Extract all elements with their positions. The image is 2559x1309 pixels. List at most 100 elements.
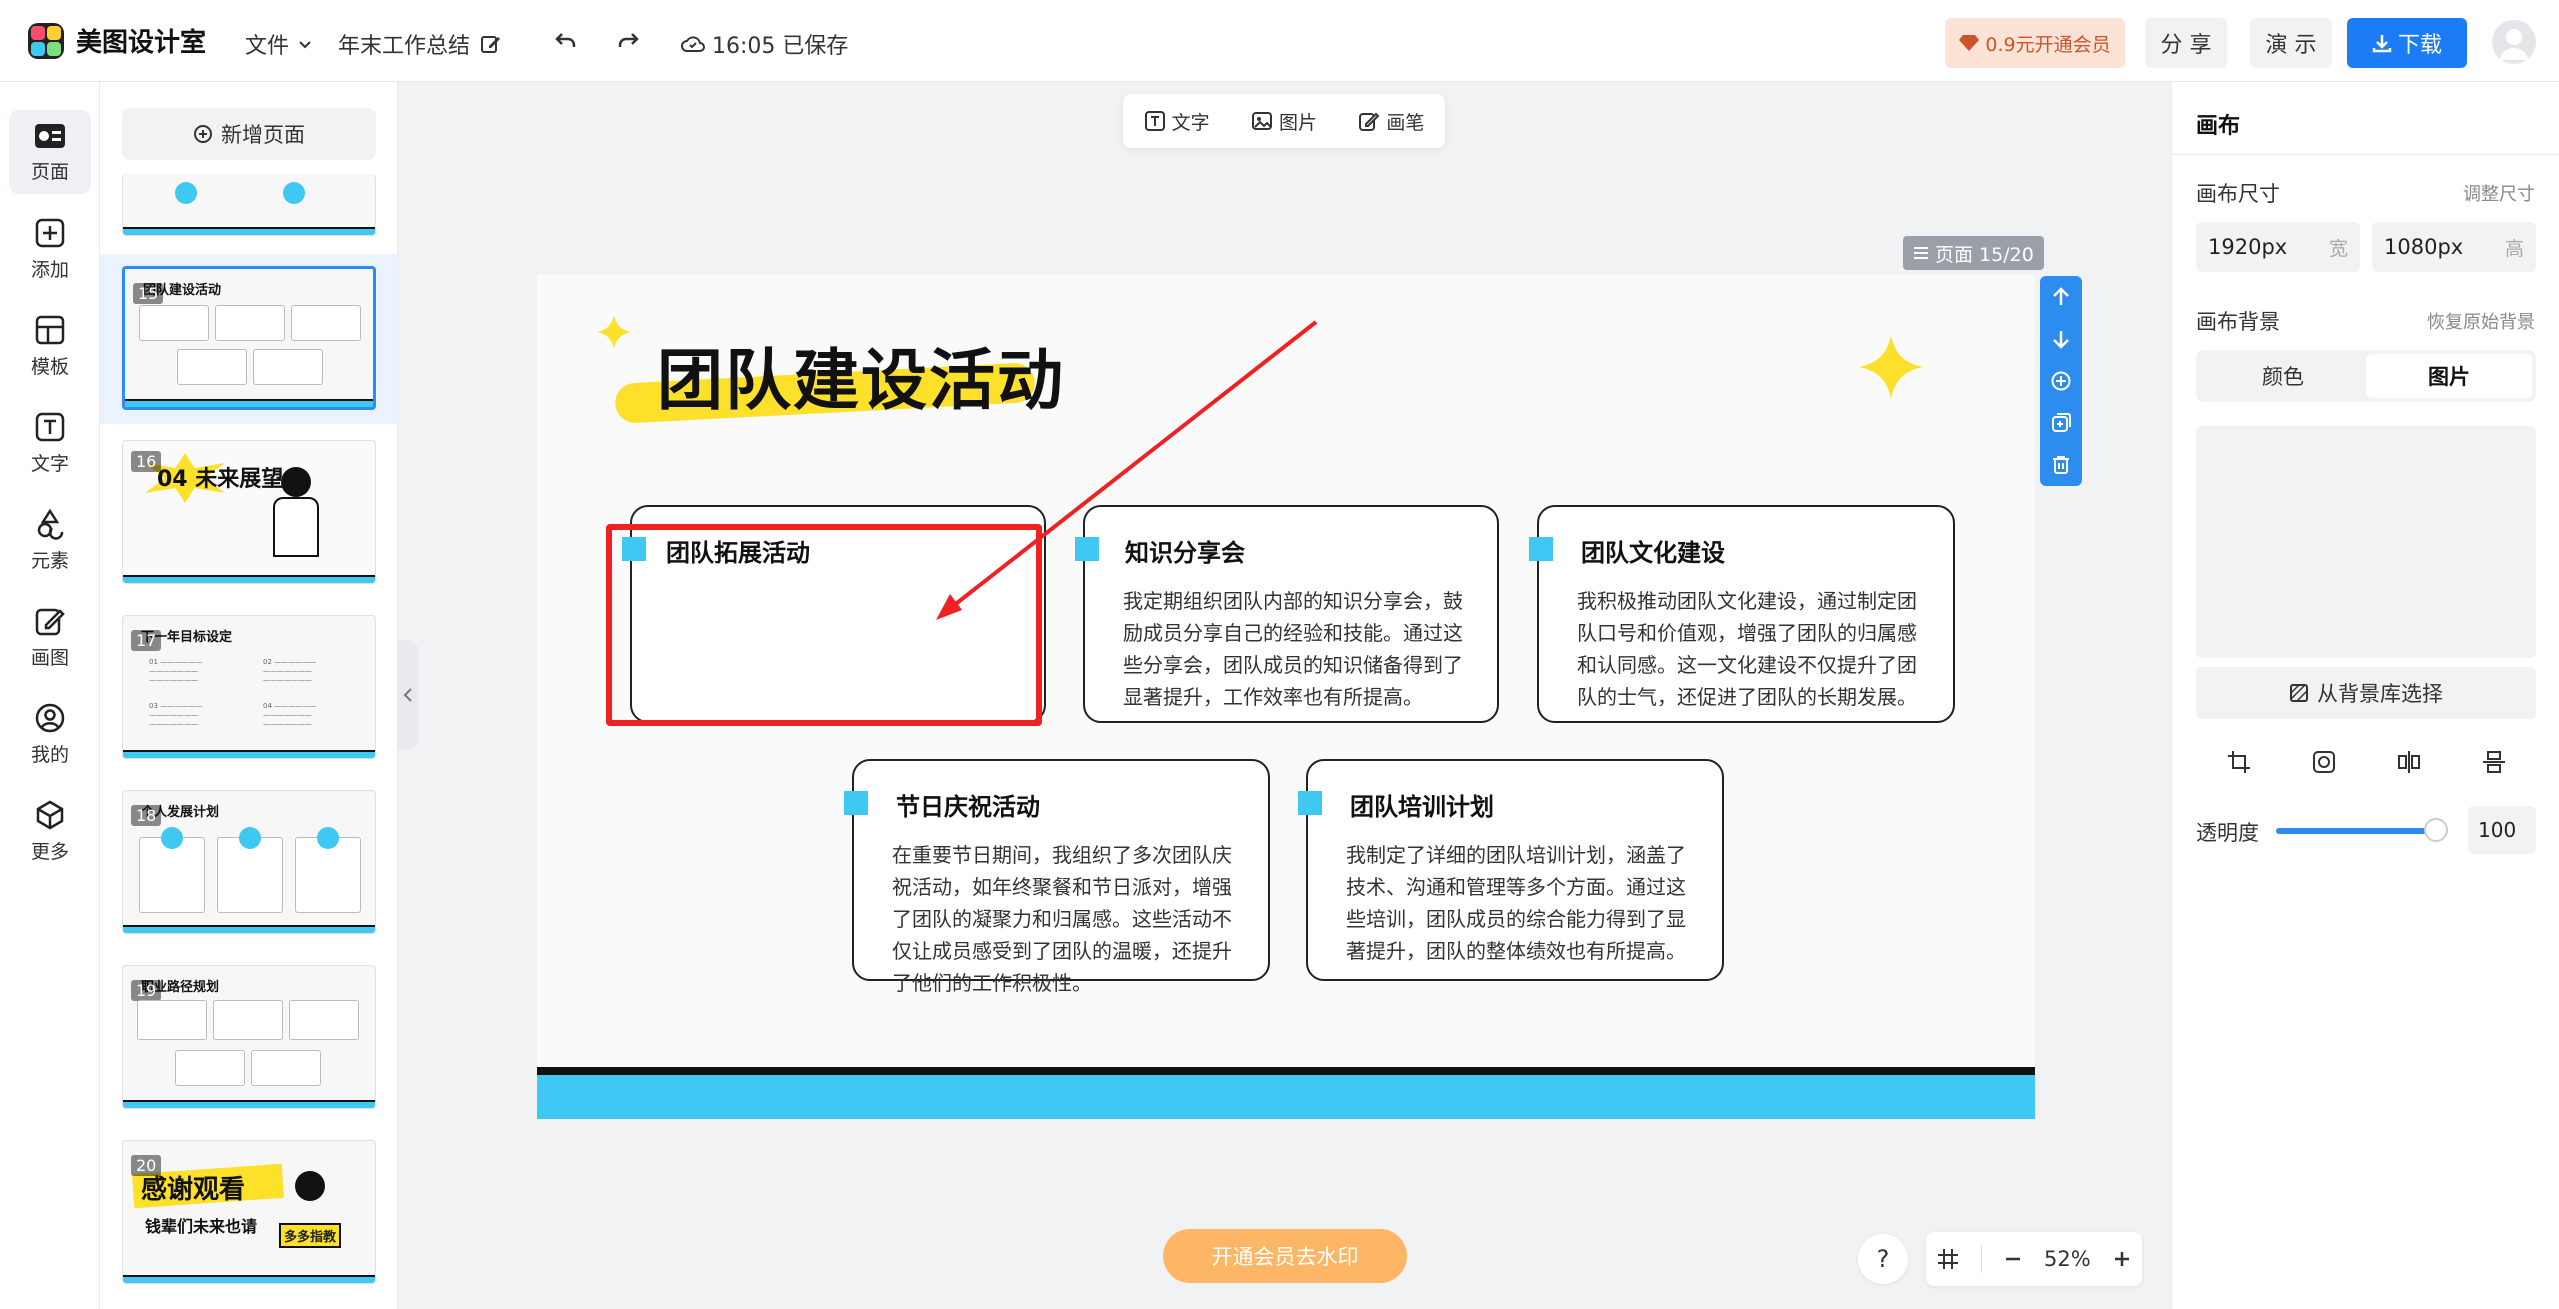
document-title[interactable]: 年末工作总结	[338, 28, 502, 60]
card-team-culture[interactable]: 团队文化建设 我积极推动团队文化建设，通过制定团队口号和价值观，增强了团队的归属…	[1529, 505, 1955, 723]
tool-template[interactable]: 模板	[9, 304, 91, 388]
tool-mine[interactable]: 我的	[9, 692, 91, 776]
edit-icon[interactable]	[480, 33, 502, 55]
page-thumbnail-19[interactable]: 职业路径规划 19	[122, 965, 376, 1109]
page-thumbnail-15[interactable]: 团队建设活动 15	[122, 266, 376, 410]
zoom-in-icon[interactable]	[2112, 1249, 2132, 1269]
insert-image-label: 图片	[1278, 111, 1317, 134]
file-menu[interactable]: 文件	[245, 28, 313, 60]
annotation-highlight-box	[606, 524, 1042, 726]
opacity-slider-handle[interactable]	[2424, 818, 2448, 842]
canvas-background-label: 画布背景	[2196, 310, 2280, 334]
tool-text[interactable]: 文字	[9, 401, 91, 485]
opacity-input[interactable]: 100	[2468, 806, 2536, 854]
width-input[interactable]: 1920px 宽	[2196, 222, 2360, 272]
add-page-icon[interactable]	[2050, 370, 2072, 392]
tool-add[interactable]: 添加	[9, 207, 91, 291]
thumb-card	[289, 1000, 359, 1040]
logo-icon	[28, 22, 64, 59]
remove-watermark-button[interactable]: 开通会员去水印	[1163, 1229, 1407, 1283]
card-knowledge-sharing[interactable]: 知识分享会 我定期组织团队内部的知识分享会，鼓励成员分享自己的经验和技能。通过这…	[1075, 505, 1499, 723]
download-button[interactable]: 下载	[2347, 18, 2467, 68]
app-logo[interactable]: 美图设计室	[28, 22, 206, 59]
tab-image[interactable]: 图片	[2366, 354, 2532, 398]
thumb-character-head	[295, 1171, 325, 1201]
zoom-out-icon[interactable]	[2003, 1249, 2023, 1269]
add-page-label: 新增页面	[221, 123, 305, 147]
thumb-card	[137, 1000, 207, 1040]
delete-page-icon[interactable]	[2050, 454, 2072, 476]
insert-pen-button[interactable]: 画笔	[1358, 108, 1424, 135]
tool-text-label: 文字	[30, 452, 69, 475]
tab-color[interactable]: 颜色	[2200, 354, 2366, 398]
reset-background-link[interactable]: 恢复原始背景	[2427, 308, 2535, 334]
thumb-bottom-bar	[123, 227, 375, 235]
help-button[interactable]: ?	[1858, 1234, 1908, 1284]
background-library-button[interactable]: 从背景库选择	[2196, 667, 2536, 719]
redo-button[interactable]	[610, 22, 646, 58]
card-holiday-celebration[interactable]: 节日庆祝活动 在重要节日期间，我组织了多次团队庆祝活动，如年终聚餐和节日派对，增…	[844, 759, 1270, 995]
redo-icon	[618, 33, 639, 47]
grid-icon[interactable]	[1936, 1247, 1960, 1271]
background-preview[interactable]	[2196, 426, 2536, 658]
collapse-panel-handle[interactable]	[398, 640, 418, 750]
user-avatar[interactable]	[2492, 20, 2536, 64]
resize-link[interactable]: 调整尺寸	[2463, 180, 2535, 206]
move-up-icon[interactable]	[2050, 286, 2072, 308]
background-tools	[2196, 742, 2536, 782]
vip-button-label: 0.9元开通会员	[1985, 33, 2111, 56]
tool-draw[interactable]: 画图	[9, 595, 91, 679]
slide-title[interactable]: 团队建设活动	[657, 327, 1065, 423]
thumb-bottom-bar	[125, 399, 373, 407]
save-status-text: 16:05 已保存	[712, 34, 849, 59]
share-button[interactable]: 分 享	[2145, 18, 2227, 68]
thumb-badge: 多多指教	[279, 1223, 342, 1248]
thumb-card	[291, 305, 361, 341]
insert-image-button[interactable]: 图片	[1251, 108, 1317, 135]
page-thumbnail-17[interactable]: 下一年目标设定 17 01 —————— ——————— ——————— 02 ——…	[122, 615, 376, 759]
height-input[interactable]: 1080px 高	[2372, 222, 2536, 272]
zoom-level[interactable]: 52%	[2044, 1247, 2091, 1271]
thumb-dot	[239, 827, 261, 849]
move-down-icon[interactable]	[2050, 328, 2072, 350]
crop-icon[interactable]	[2226, 749, 2252, 775]
page-thumbnail-16[interactable]: 16 04 未来展望	[122, 440, 376, 584]
card-marker	[1075, 537, 1099, 561]
slide-bottom-band	[537, 1067, 2035, 1119]
present-button[interactable]: 演 示	[2250, 18, 2332, 68]
insert-text-button[interactable]: 文字	[1144, 108, 1210, 135]
add-page-button[interactable]: 新增页面	[122, 108, 376, 160]
thumb-dot	[317, 827, 339, 849]
tool-pages[interactable]: 页面	[9, 110, 91, 194]
tool-template-label: 模板	[30, 355, 69, 378]
page-thumbnail-20[interactable]: 20 感谢观看 钱辈们未来也请 多多指教	[122, 1140, 376, 1284]
page-indicator[interactable]: 页面 15/20	[1903, 236, 2044, 270]
insert-toolbar: 文字 图片 画笔	[1123, 94, 1445, 148]
tool-add-label: 添加	[30, 258, 69, 281]
undo-button[interactable]	[548, 22, 584, 58]
opacity-label: 透明度	[2196, 821, 2259, 845]
tool-pages-label: 页面	[30, 160, 69, 183]
duplicate-page-icon[interactable]	[2050, 412, 2072, 434]
background-library-label: 从背景库选择	[2317, 682, 2443, 706]
thumb-bottom-bar	[123, 1100, 375, 1108]
opacity-slider-track[interactable]	[2276, 828, 2442, 834]
flip-horizontal-icon[interactable]	[2396, 749, 2422, 775]
document-title-text: 年末工作总结	[338, 34, 471, 59]
tool-more[interactable]: 更多	[9, 789, 91, 873]
draw-icon	[35, 608, 65, 635]
thumb-card	[175, 1050, 245, 1086]
thumb-number: 15	[133, 283, 164, 304]
pages-panel: 新增页面 团队建设活动 15 16 04 未来展望 下一年目标设定 17 01 …	[100, 82, 398, 1309]
top-bar: 美图设计室 文件 年末工作总结 16:05 已保存 0.9元开通会员 分 享 演…	[0, 0, 2559, 82]
page-thumbnail-18[interactable]: 个人发展计划 18	[122, 790, 376, 934]
text-icon	[35, 412, 65, 441]
card-title: 知识分享会	[1125, 539, 1245, 567]
tool-elements[interactable]: 元素	[9, 498, 91, 582]
vip-button[interactable]: 0.9元开通会员	[1945, 18, 2125, 68]
list-icon	[1914, 247, 1928, 259]
card-training-plan[interactable]: 团队培训计划 我制定了详细的团队培训计划，涵盖了技术、沟通和管理等多个方面。通过…	[1298, 759, 1724, 981]
filter-icon[interactable]	[2311, 749, 2337, 775]
page-thumbnail-14[interactable]	[122, 174, 376, 236]
flip-vertical-icon[interactable]	[2481, 749, 2507, 775]
